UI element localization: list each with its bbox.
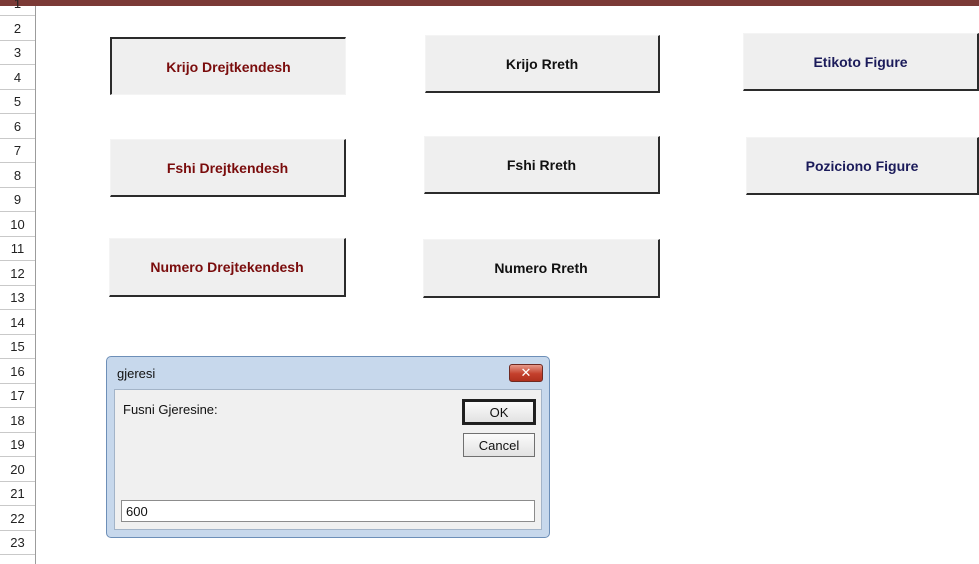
krijo-rreth-label: Krijo Rreth xyxy=(505,55,579,72)
krijo-rreth-button[interactable]: Krijo Rreth xyxy=(425,35,660,93)
numero-drejtekendesh-label: Numero Drejtekendesh xyxy=(150,259,304,275)
numero-rreth-label: Numero Rreth xyxy=(494,260,588,276)
row-number[interactable]: 23 xyxy=(0,531,35,555)
etikoto-figure-button[interactable]: Etikoto Figure xyxy=(743,33,979,91)
cancel-label: Cancel xyxy=(478,437,520,453)
row-number[interactable]: 6 xyxy=(0,115,35,139)
width-input[interactable] xyxy=(121,500,535,522)
row-number[interactable]: 8 xyxy=(0,164,35,188)
ok-button[interactable]: OK xyxy=(462,399,536,425)
close-icon: ✕ xyxy=(520,365,532,380)
numero-rreth-button[interactable]: Numero Rreth xyxy=(423,239,660,298)
input-dialog: gjeresi ✕ Fusni Gjeresine: OK Cancel xyxy=(106,356,550,538)
fshi-rreth-label: Fshi Rreth xyxy=(506,156,577,173)
row-number[interactable]: 2 xyxy=(0,17,35,41)
ok-label: OK xyxy=(489,404,509,420)
row-number[interactable]: 9 xyxy=(0,188,35,212)
cancel-button[interactable]: Cancel xyxy=(463,433,535,457)
fshi-rreth-button[interactable]: Fshi Rreth xyxy=(424,136,660,194)
dialog-body: Fusni Gjeresine: OK Cancel xyxy=(114,389,542,530)
dialog-close-button[interactable]: ✕ xyxy=(509,364,543,382)
row-number[interactable]: 16 xyxy=(0,360,35,384)
row-number[interactable]: 10 xyxy=(0,213,35,237)
poziciono-figure-button[interactable]: Poziciono Figure xyxy=(746,137,979,195)
etikoto-figure-label: Etikoto Figure xyxy=(813,53,908,70)
row-number[interactable]: 19 xyxy=(0,433,35,457)
krijo-drejtkendesh-label: Krijo Drejtkendesh xyxy=(166,58,291,75)
row-number[interactable]: 20 xyxy=(0,458,35,482)
fshi-drejtkendesh-label: Fshi Drejtkendesh xyxy=(166,159,289,176)
row-number[interactable]: 13 xyxy=(0,286,35,310)
row-number[interactable]: 17 xyxy=(0,384,35,408)
row-number[interactable]: 1 xyxy=(0,0,35,16)
row-number[interactable]: 7 xyxy=(0,139,35,163)
dialog-prompt: Fusni Gjeresine: xyxy=(123,402,218,417)
row-number[interactable]: 21 xyxy=(0,482,35,506)
row-number[interactable]: 15 xyxy=(0,335,35,359)
krijo-drejtkendesh-button[interactable]: Krijo Drejtkendesh xyxy=(110,37,346,95)
row-number[interactable]: 12 xyxy=(0,262,35,286)
row-header-column: 1 2 3 4 5 6 7 8 9 10 11 12 13 14 15 16 17 18 19 20 21 22 23 xyxy=(0,0,36,564)
row-number[interactable]: 3 xyxy=(0,41,35,65)
poziciono-figure-label: Poziciono Figure xyxy=(805,157,919,174)
row-number[interactable]: 5 xyxy=(0,90,35,114)
row-number[interactable]: 11 xyxy=(0,237,35,261)
row-number[interactable]: 14 xyxy=(0,311,35,335)
dialog-title: gjeresi xyxy=(117,366,156,381)
row-number[interactable]: 22 xyxy=(0,507,35,531)
row-number[interactable]: 18 xyxy=(0,409,35,433)
numero-drejtekendesh-button[interactable]: Numero Drejtekendesh xyxy=(109,238,346,297)
row-number[interactable]: 4 xyxy=(0,66,35,90)
fshi-drejtkendesh-button[interactable]: Fshi Drejtkendesh xyxy=(110,139,346,197)
